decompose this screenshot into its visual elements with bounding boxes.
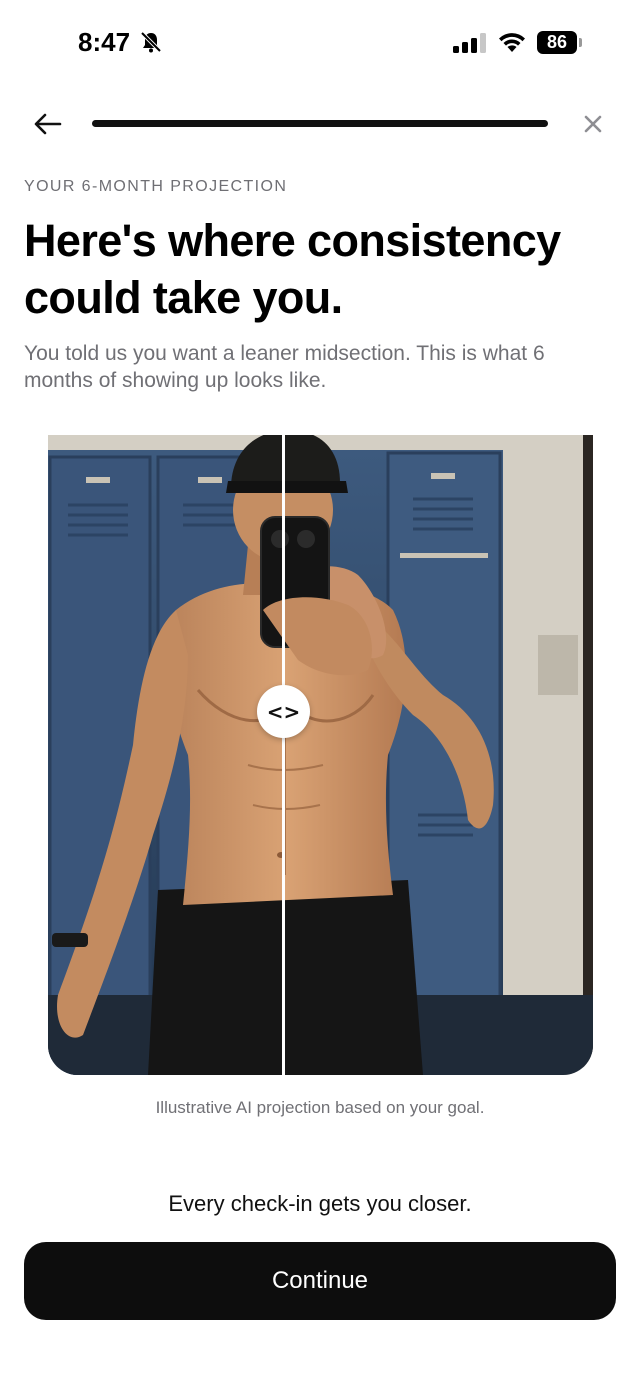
before-after-photo[interactable]: [48, 435, 593, 1075]
compare-divider[interactable]: [282, 435, 285, 1075]
battery-nub: [579, 38, 582, 47]
page-subtitle: You told us you want a leaner midsection…: [24, 342, 545, 392]
progress-bar: [92, 120, 548, 127]
status-time: 8:47: [78, 27, 131, 57]
continue-button[interactable]: Continue: [24, 1242, 616, 1320]
progress-fill: [92, 120, 548, 127]
cellular-signal-icon: [453, 33, 487, 58]
arrow-left-icon: [34, 113, 62, 135]
battery-level: 86: [537, 31, 577, 54]
close-button[interactable]: [578, 109, 608, 139]
back-button[interactable]: [30, 108, 66, 140]
projection-caption: Illustrative AI projection based on your…: [155, 1098, 485, 1117]
close-icon: [584, 115, 602, 133]
eyebrow-label: YOUR 6-MONTH PROJECTION: [24, 178, 288, 195]
wifi-icon: [498, 31, 526, 58]
page-title: Here's where consistency could take you.: [24, 215, 561, 323]
gym-selfie-illustration: [48, 435, 593, 1075]
status-bar: 8:47 86: [0, 0, 640, 88]
bell-slash-icon: [140, 31, 162, 58]
compare-slider-handle[interactable]: <>: [257, 685, 310, 738]
motivation-text: Every check-in gets you closer.: [168, 1191, 472, 1216]
